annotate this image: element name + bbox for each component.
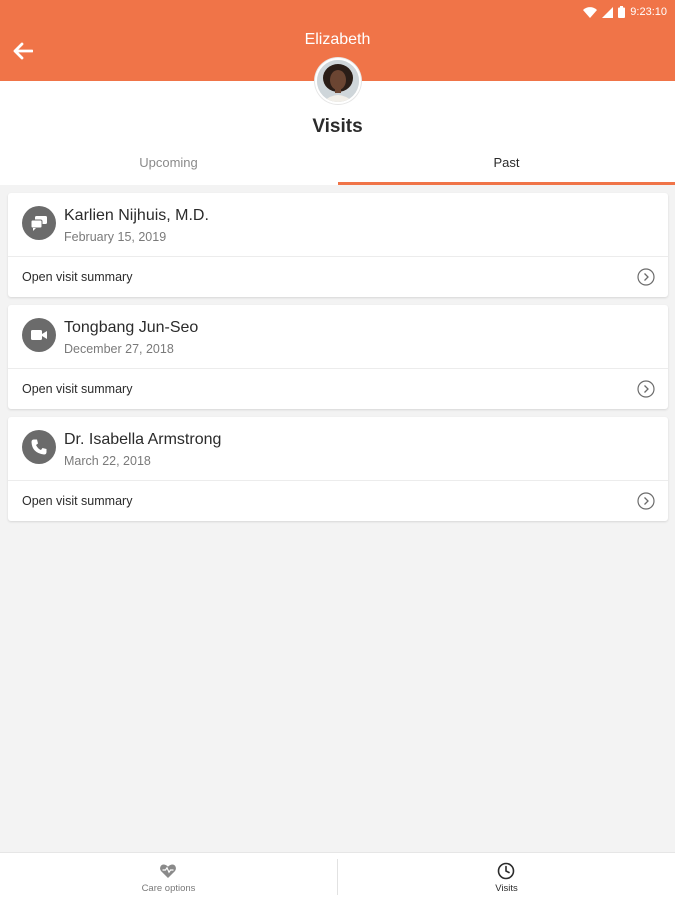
tab-selected-indicator (338, 182, 675, 185)
summary-link-label: Open visit summary (22, 382, 133, 396)
visit-date: February 15, 2019 (64, 230, 167, 244)
provider-name: Karlien Nijhuis, M.D. (64, 207, 209, 224)
visit-type-badge (22, 206, 56, 240)
visit-date: December 27, 2018 (64, 342, 174, 356)
visit-card: Dr. Isabella Armstrong March 22, 2018 Op… (8, 417, 668, 521)
phone-icon (31, 439, 47, 455)
page-title: Visits (312, 116, 363, 137)
status-time: 9:23:10 (630, 6, 667, 18)
tab-upcoming[interactable]: Upcoming (0, 150, 337, 185)
visit-card: Karlien Nijhuis, M.D. February 15, 2019 … (8, 193, 668, 297)
provider-name: Tongbang Jun-Seo (64, 319, 199, 336)
header-title: Elizabeth (304, 31, 371, 48)
chat-icon (30, 216, 47, 231)
tab-past[interactable]: Past (338, 150, 675, 185)
video-icon (31, 330, 47, 340)
visit-card: Tongbang Jun-Seo December 27, 2018 Open … (8, 305, 668, 409)
nav-care-options[interactable]: Care options (0, 853, 337, 901)
visit-type-badge (22, 318, 56, 352)
visit-date: March 22, 2018 (64, 454, 151, 468)
nav-care-options-label: Care options (141, 883, 196, 894)
heart-icon (160, 864, 176, 878)
avatar (315, 58, 361, 104)
visit-type-badge (22, 430, 56, 464)
visit-list: Karlien Nijhuis, M.D. February 15, 2019 … (8, 193, 668, 529)
nav-visits[interactable]: Visits (338, 853, 675, 901)
open-visit-summary-button[interactable]: Open visit summary (8, 481, 668, 521)
battery-icon (618, 6, 626, 18)
signal-icon (602, 6, 614, 18)
summary-link-label: Open visit summary (22, 270, 133, 284)
open-visit-summary-button[interactable]: Open visit summary (8, 257, 668, 297)
nav-visits-label: Visits (495, 883, 518, 894)
chevron-right-circle-icon (637, 380, 655, 398)
chevron-right-circle-icon (637, 492, 655, 510)
bottom-nav: Care options Visits (0, 852, 675, 901)
open-visit-summary-button[interactable]: Open visit summary (8, 369, 668, 409)
wifi-icon (583, 6, 598, 18)
status-bar: 9:23:10 (583, 4, 667, 20)
chevron-right-circle-icon (637, 268, 655, 286)
provider-name: Dr. Isabella Armstrong (64, 431, 222, 448)
profile-photo (317, 60, 359, 102)
clock-icon (497, 862, 515, 880)
summary-link-label: Open visit summary (22, 494, 133, 508)
